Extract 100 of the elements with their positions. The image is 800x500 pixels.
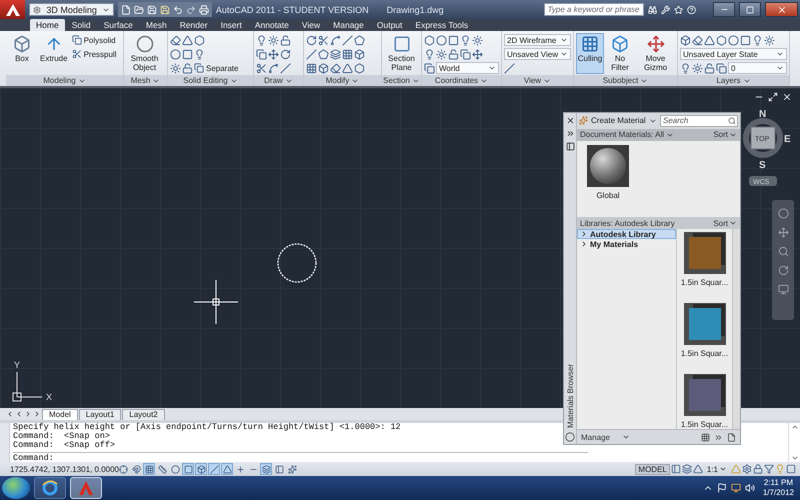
first-tab-icon[interactable] <box>6 410 14 418</box>
command-line-grip[interactable] <box>0 423 10 462</box>
layout-tab[interactable]: Layout2 <box>122 408 165 420</box>
zoom-icon[interactable] <box>778 246 788 257</box>
move-icon[interactable] <box>268 48 279 60</box>
compass-direction[interactable]: S <box>759 160 766 171</box>
hexagon-icon[interactable] <box>424 34 435 46</box>
taskbar-app[interactable] <box>34 477 66 499</box>
last-tab-icon[interactable] <box>33 410 41 418</box>
compass-ring[interactable] <box>743 118 783 158</box>
lightbulb-icon[interactable] <box>460 34 471 46</box>
sun-icon[interactable] <box>692 62 703 74</box>
restore-icon[interactable] <box>768 92 778 102</box>
help-icon[interactable] <box>686 4 696 14</box>
status-toggle[interactable] <box>260 463 272 475</box>
eraser-icon[interactable] <box>692 34 703 46</box>
close-icon[interactable] <box>566 116 574 125</box>
sun-icon[interactable] <box>268 34 279 46</box>
ribbon-large-button[interactable]: Section Plane <box>384 33 419 74</box>
line-icon[interactable] <box>306 48 317 60</box>
line-icon[interactable] <box>504 62 515 74</box>
status-toggle[interactable] <box>208 463 220 475</box>
pan-icon[interactable] <box>778 227 788 238</box>
unlock-icon[interactable] <box>704 62 715 74</box>
unlock-icon[interactable] <box>448 48 459 60</box>
ribbon-dropdown[interactable]: World <box>436 62 499 74</box>
new-file-icon[interactable] <box>120 4 131 14</box>
ribbon-dropdown[interactable]: 2D Wireframe <box>504 34 571 46</box>
panel-title[interactable]: Section <box>382 75 421 86</box>
unlock-icon[interactable] <box>182 62 193 74</box>
triangle-icon[interactable] <box>182 34 193 46</box>
lightbulb-icon[interactable] <box>194 48 205 60</box>
model-space-button[interactable]: MODEL <box>635 464 670 474</box>
ribbon-tab[interactable]: Insert <box>214 19 248 31</box>
curve-icon[interactable] <box>268 62 279 74</box>
close-button[interactable] <box>765 2 798 17</box>
status-toggle[interactable] <box>117 463 129 475</box>
panel-title[interactable]: Layers <box>678 75 789 86</box>
copy-icon[interactable] <box>424 62 435 74</box>
move-icon[interactable] <box>472 48 483 60</box>
eraser-icon[interactable] <box>330 62 341 74</box>
ribbon-large-button[interactable]: Smooth Object <box>126 33 163 74</box>
file-icon[interactable] <box>727 432 736 442</box>
manage-menu[interactable]: Manage <box>581 432 630 442</box>
ribbon-dropdown[interactable]: Unsaved View <box>504 48 571 60</box>
save-icon[interactable] <box>160 4 170 14</box>
triangle-icon[interactable] <box>692 464 703 474</box>
status-toggle[interactable] <box>130 463 142 475</box>
copy-icon[interactable] <box>256 48 267 60</box>
sun-icon[interactable] <box>764 34 775 46</box>
layout-tab[interactable]: Layout1 <box>78 408 122 420</box>
undo-icon[interactable] <box>172 4 183 14</box>
circle-icon[interactable] <box>728 34 739 46</box>
ribbon-large-button[interactable]: Move Gizmo <box>636 33 675 74</box>
ribbon-tool[interactable]: Polysolid <box>72 35 116 45</box>
ribbon-tab[interactable]: Home <box>30 19 65 31</box>
panel-title[interactable]: Modify <box>304 75 381 86</box>
unlock-icon[interactable] <box>280 34 291 46</box>
material-search-field[interactable]: Search <box>660 114 738 127</box>
next-tab-icon[interactable] <box>24 410 32 418</box>
cube-icon[interactable] <box>318 62 329 74</box>
ribbon-tab[interactable]: Solid <box>66 19 97 31</box>
square-icon[interactable] <box>786 464 796 474</box>
panel-title[interactable]: Coordinates <box>422 75 501 86</box>
clock[interactable]: 2:11 PM 1/7/2012 <box>762 478 794 498</box>
status-toggle[interactable] <box>221 463 233 475</box>
lightbulb-icon[interactable] <box>424 48 435 60</box>
panel-title[interactable]: Draw <box>254 75 303 86</box>
status-toggle[interactable] <box>195 463 207 475</box>
annotation-scale[interactable]: 1:1 <box>706 464 727 474</box>
minimize-button[interactable] <box>713 2 736 17</box>
status-toggle[interactable] <box>156 463 168 475</box>
grid-icon[interactable] <box>342 48 353 60</box>
panel-title[interactable]: Solid Editing <box>168 75 253 86</box>
hexagon-icon[interactable] <box>716 34 727 46</box>
status-toggle[interactable] <box>143 463 155 475</box>
document-filter[interactable]: Document Materials: All <box>580 130 674 140</box>
ribbon-large-button[interactable]: Extrude <box>38 33 70 74</box>
double-chevron-icon[interactable] <box>714 432 723 442</box>
sun-icon[interactable] <box>472 34 483 46</box>
compass-direction[interactable]: N <box>759 109 766 120</box>
copy-icon[interactable] <box>460 48 471 60</box>
copy-icon[interactable] <box>716 62 727 74</box>
panel-title[interactable]: Subobject <box>574 75 677 86</box>
pentagon-icon[interactable] <box>318 48 329 60</box>
monitor-icon[interactable] <box>778 284 788 295</box>
ribbon-tab[interactable]: Express Tools <box>409 19 474 31</box>
panel-icon[interactable] <box>670 464 681 474</box>
line-icon[interactable] <box>280 62 291 74</box>
ribbon-tab[interactable]: Annotate <box>248 19 295 31</box>
cube-icon[interactable] <box>354 48 365 60</box>
library-tree-item[interactable]: Autodesk Library <box>577 229 676 240</box>
panel-icon[interactable] <box>566 142 574 151</box>
layers-icon[interactable] <box>682 464 692 474</box>
square-icon[interactable] <box>448 34 459 46</box>
keyword-search-field[interactable]: Type a keyword or phrase <box>544 3 644 16</box>
folder-icon[interactable] <box>134 4 144 14</box>
square-icon[interactable] <box>182 48 193 60</box>
scrollbar[interactable] <box>732 229 740 430</box>
pentagon-icon[interactable] <box>354 34 365 46</box>
